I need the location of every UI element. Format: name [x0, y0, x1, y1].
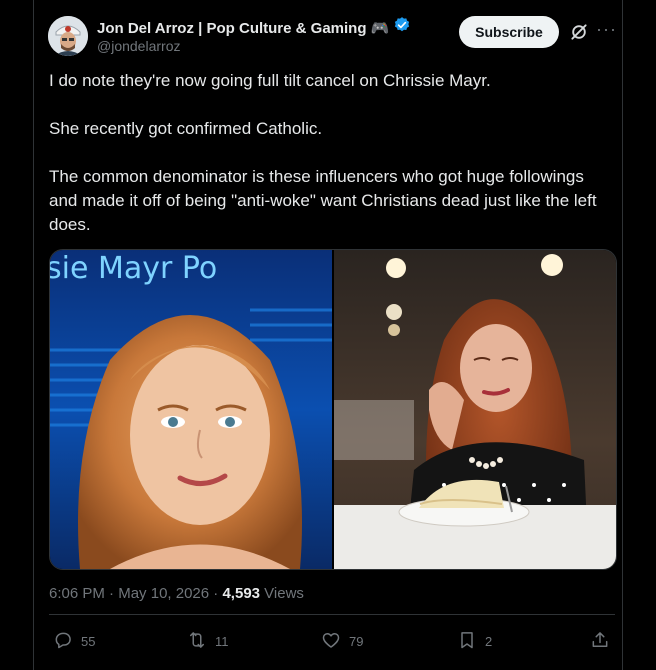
- verified-badge-icon: [393, 16, 411, 39]
- repost-icon: [187, 630, 207, 653]
- meta-separator: ·: [209, 585, 223, 602]
- reply-count: 55: [81, 634, 96, 649]
- bookmark-button[interactable]: 2: [457, 630, 492, 653]
- author-display-name[interactable]: Jon Del Arroz | Pop Culture & Gaming 🎮: [97, 19, 389, 37]
- grok-icon[interactable]: [569, 22, 589, 42]
- like-button[interactable]: 79: [321, 630, 363, 653]
- repost-button[interactable]: 11: [187, 630, 229, 653]
- action-bar: 55 11 79 2: [49, 630, 615, 660]
- tweet-header: Jon Del Arroz | Pop Culture & Gaming 🎮 @…: [48, 14, 623, 58]
- more-options-icon[interactable]: ···: [596, 19, 617, 40]
- meta-separator: ·: [104, 585, 119, 602]
- author-handle[interactable]: @jondelarroz: [97, 38, 180, 54]
- tweet-text: I do note they're now going full tilt ca…: [49, 69, 614, 261]
- tweet-time[interactable]: 6:06 PM: [49, 585, 105, 602]
- author-avatar[interactable]: [48, 16, 88, 56]
- reply-button[interactable]: 55: [53, 630, 95, 653]
- bookmark-icon: [457, 630, 477, 653]
- reply-icon: [53, 630, 73, 653]
- share-button[interactable]: [590, 630, 610, 653]
- tweet-paragraph: The common denominator is these influenc…: [49, 167, 597, 234]
- bookmark-count: 2: [485, 634, 493, 649]
- tweet-date[interactable]: May 10, 2026: [118, 585, 209, 602]
- views-label: Views: [260, 585, 304, 602]
- heart-icon: [321, 630, 341, 653]
- views-count: 4,593: [222, 585, 261, 602]
- subscribe-button[interactable]: Subscribe: [459, 16, 559, 48]
- share-icon: [590, 630, 610, 653]
- tweet-paragraph: She recently got confirmed Catholic.: [49, 119, 323, 138]
- media-photo-right[interactable]: [334, 250, 616, 569]
- author-name-row[interactable]: Jon Del Arroz | Pop Culture & Gaming 🎮: [97, 16, 411, 39]
- photo-overlay-text: sie Mayr Po: [50, 251, 217, 286]
- like-count: 79: [349, 634, 364, 649]
- tweet-meta: 6:06 PM · May 10, 2026 · 4,593 Views: [49, 585, 304, 602]
- repost-count: 11: [215, 634, 229, 649]
- divider: [49, 614, 615, 615]
- tweet-media[interactable]: sie Mayr Po: [49, 249, 617, 570]
- tweet-paragraph: I do note they're now going full tilt ca…: [49, 71, 491, 90]
- media-photo-left[interactable]: sie Mayr Po: [50, 250, 332, 569]
